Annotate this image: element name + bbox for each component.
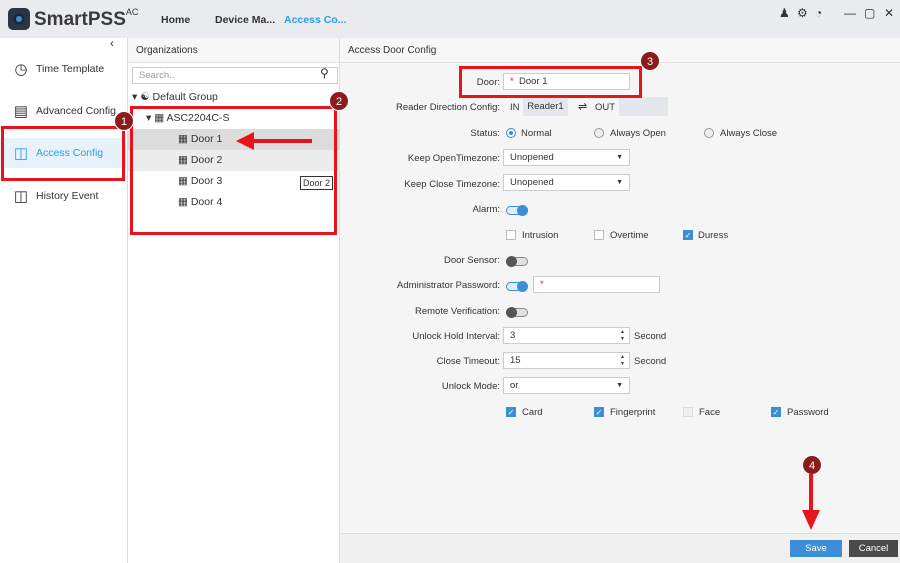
arrow-down-icon [802, 474, 820, 530]
annotation-arrows [236, 132, 820, 530]
arrow-left-icon [236, 132, 312, 150]
